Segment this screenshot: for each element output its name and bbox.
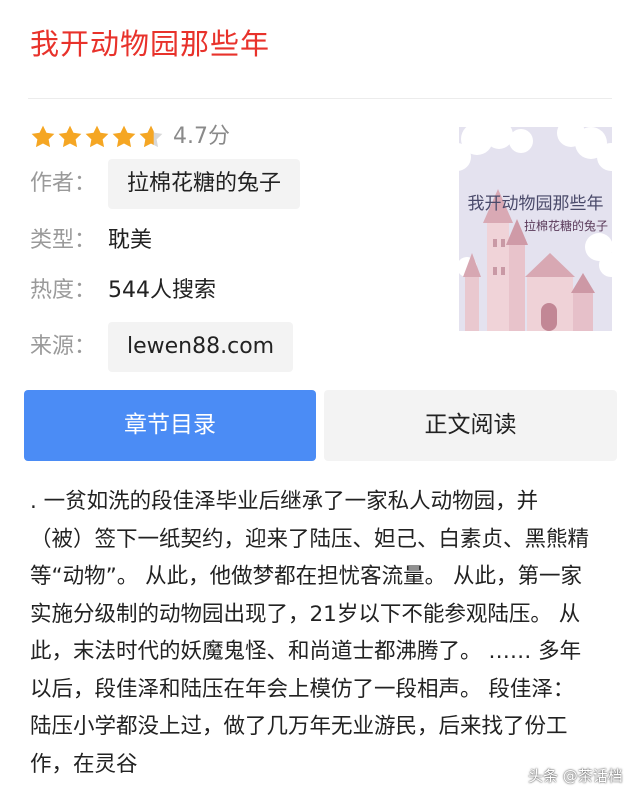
cover-title: 我开动物园那些年 [467,194,604,214]
read-text-button[interactable]: 正文阅读 [324,390,617,461]
author-chip[interactable]: 拉棉花糖的兔子 [108,159,301,209]
watermark: 头条 @茶话档 [528,762,623,788]
rating-row: 4.7分 [30,120,230,154]
star-half-icon [139,125,163,148]
popularity-row: 热度： 544人搜索 [30,266,216,316]
star-icon [112,125,136,148]
genre-label: 类型： [30,228,97,253]
cover-author: 拉棉花糖的兔子 [523,219,608,233]
star-icon [85,125,109,148]
table-of-contents-button[interactable]: 章节目录 [24,390,316,461]
popularity-label: 热度： [30,278,97,303]
header-divider [28,98,612,99]
author-row: 作者： 拉棉花糖的兔子 [30,159,301,209]
star-icon [31,125,55,148]
book-title: 我开动物园那些年 [30,27,271,61]
star-icon [58,125,82,148]
watermark-text: 头条 @茶话档 [528,766,623,785]
genre-row: 类型： 耽美 [30,216,152,266]
rating-stars [30,124,165,150]
genre-value: 耽美 [108,228,153,253]
author-label: 作者： [30,171,97,196]
book-cover[interactable]: 我开动物园那些年 拉棉花糖的兔子 [459,127,612,331]
book-description: . 一贫如洗的段佳泽毕业后继承了一家私人动物园，并（被）签下一纸契约，迎来了陆压… [30,489,590,777]
popularity-value: 544人搜索 [108,278,216,303]
source-chip[interactable]: lewen88.com [108,322,294,372]
source-row: 来源： lewen88.com [30,322,294,372]
rating-score: 4.7分 [173,124,230,149]
source-label: 来源： [30,334,97,359]
